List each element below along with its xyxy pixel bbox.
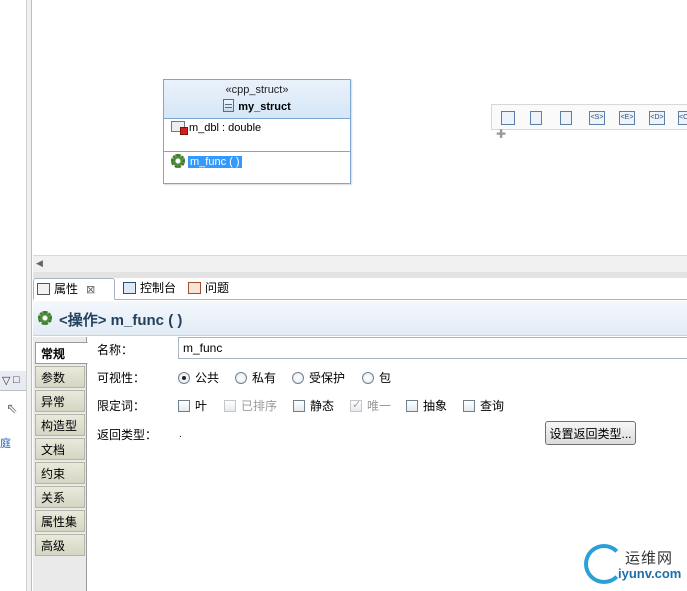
watermark-logo: 运维网 iyunv.com bbox=[584, 541, 684, 587]
watermark-name: 运维网 bbox=[625, 550, 674, 567]
qualifier-label: 限定词： bbox=[97, 399, 146, 413]
side-tab-property-sets[interactable]: 属性集 bbox=[35, 510, 85, 532]
uml-class-box[interactable]: «cpp_struct» my_struct m_dbl : double m_… bbox=[163, 79, 351, 184]
name-label: 名称： bbox=[97, 343, 134, 357]
checkbox-icon bbox=[463, 400, 475, 412]
palette-s-button[interactable]: <S> bbox=[589, 111, 605, 125]
checkbox-icon bbox=[406, 400, 418, 412]
pointer-tool-icon[interactable]: ⇖ bbox=[6, 400, 18, 417]
side-tab-parameters[interactable]: 参数 bbox=[35, 366, 85, 388]
qualifier-abstract-label: 抽象 bbox=[423, 399, 448, 413]
scroll-left-icon[interactable]: ◀ bbox=[36, 258, 43, 269]
operation-gear-icon bbox=[38, 311, 52, 325]
left-view-toolbar: ▽ □ bbox=[0, 371, 26, 391]
view-tab-bar: 属性 ⊠ 控制台 问题 bbox=[33, 278, 687, 300]
operation-label[interactable]: m_func ( ) bbox=[188, 156, 242, 168]
side-tab-stereotypes[interactable]: 构造型 bbox=[35, 414, 85, 436]
operation-row[interactable]: m_func ( ) bbox=[171, 154, 242, 168]
tab-properties-label: 属性 bbox=[54, 282, 79, 296]
qualifier-static-label: 静态 bbox=[310, 399, 335, 413]
qualifier-ordered-label: 已排序 bbox=[241, 399, 278, 413]
side-tab-documentation[interactable]: 文档 bbox=[35, 438, 85, 460]
watermark-url: iyunv.com bbox=[618, 566, 682, 581]
palette-c-button[interactable]: <C> bbox=[678, 111, 687, 125]
qualifier-static-checkbox[interactable]: 静态 bbox=[293, 397, 334, 414]
visibility-protected-radio[interactable]: 受保护 bbox=[292, 369, 345, 386]
radio-selected-icon bbox=[178, 372, 190, 384]
private-attribute-icon bbox=[171, 121, 188, 135]
class-icon[interactable] bbox=[530, 111, 542, 125]
side-tab-advanced[interactable]: 高级 bbox=[35, 534, 85, 556]
tab-console-label: 控制台 bbox=[140, 281, 177, 295]
visibility-public-radio[interactable]: 公共 bbox=[178, 369, 219, 386]
tab-problems[interactable]: 问题 bbox=[185, 278, 235, 300]
qualifier-leaf-checkbox[interactable]: 叶 bbox=[178, 397, 207, 414]
visibility-private-label: 私有 bbox=[252, 371, 277, 385]
checkbox-icon bbox=[224, 400, 236, 412]
qualifier-abstract-checkbox[interactable]: 抽象 bbox=[406, 397, 447, 414]
problems-icon bbox=[188, 282, 201, 294]
maximize-icon[interactable]: □ bbox=[13, 374, 20, 386]
checkbox-icon bbox=[178, 400, 190, 412]
struct-icon bbox=[223, 99, 235, 112]
operation-gear-icon bbox=[171, 154, 185, 168]
visibility-public-label: 公共 bbox=[195, 371, 220, 385]
properties-title: <操作> m_func ( ) bbox=[59, 312, 183, 329]
add-icon[interactable]: ✚ bbox=[496, 127, 506, 141]
side-tab-relationships[interactable]: 关系 bbox=[35, 486, 85, 508]
horizontal-scrollbar[interactable]: ◀ bbox=[33, 255, 687, 272]
radio-icon bbox=[292, 372, 304, 384]
class-name-row: my_struct bbox=[164, 99, 350, 113]
side-tab-exceptions[interactable]: 异常 bbox=[35, 390, 85, 412]
class-name: my_struct bbox=[238, 101, 291, 113]
qualifier-unique-checkbox[interactable]: 唯一 bbox=[350, 397, 391, 414]
qualifier-ordered-checkbox[interactable]: 已排序 bbox=[224, 397, 277, 414]
tab-properties[interactable]: 属性 ⊠ bbox=[33, 278, 115, 300]
tab-console[interactable]: 控制台 bbox=[120, 278, 185, 300]
class-header[interactable]: «cpp_struct» my_struct bbox=[164, 80, 350, 119]
visibility-label: 可视性： bbox=[97, 371, 146, 385]
palette-e-button[interactable]: <E> bbox=[619, 111, 635, 125]
qualifier-leaf-label: 叶 bbox=[195, 399, 208, 413]
visibility-package-radio[interactable]: 包 bbox=[362, 369, 391, 386]
return-type-value: . bbox=[179, 429, 182, 440]
properties-side-tabs: 常规 参数 异常 构造型 文档 约束 关系 属性集 高级 bbox=[33, 337, 88, 591]
visibility-protected-label: 受保护 bbox=[309, 371, 346, 385]
class-stereotype: «cpp_struct» bbox=[225, 84, 289, 96]
side-tab-constraints[interactable]: 约束 bbox=[35, 462, 85, 484]
left-link[interactable]: 庭 bbox=[0, 435, 11, 451]
compartment-divider bbox=[164, 151, 350, 152]
checkbox-checked-icon bbox=[350, 398, 362, 412]
struct-icon[interactable] bbox=[560, 111, 572, 125]
console-icon bbox=[123, 282, 136, 294]
tab-problems-label: 问题 bbox=[205, 281, 230, 295]
qualifier-unique-label: 唯一 bbox=[367, 399, 392, 413]
properties-header: <操作> m_func ( ) bbox=[33, 301, 687, 336]
side-tab-general[interactable]: 常规 bbox=[35, 342, 88, 364]
properties-icon bbox=[37, 283, 50, 295]
folder-icon[interactable] bbox=[501, 111, 515, 125]
view-menu-icon[interactable]: ▽ bbox=[2, 374, 10, 387]
element-palette: <S> <E> <D> <C> bbox=[491, 104, 687, 130]
visibility-private-radio[interactable]: 私有 bbox=[235, 369, 276, 386]
visibility-package-label: 包 bbox=[379, 371, 392, 385]
qualifier-query-label: 查询 bbox=[480, 399, 505, 413]
palette-d-button[interactable]: <D> bbox=[649, 111, 665, 125]
radio-icon bbox=[235, 372, 247, 384]
attribute-label: m_dbl : double bbox=[189, 122, 262, 134]
attribute-row[interactable]: m_dbl : double bbox=[171, 121, 262, 135]
vertical-splitter[interactable] bbox=[26, 0, 32, 591]
close-icon[interactable]: ⊠ bbox=[86, 284, 95, 296]
radio-icon bbox=[362, 372, 374, 384]
qualifier-query-checkbox[interactable]: 查询 bbox=[463, 397, 504, 414]
return-type-label: 返回类型： bbox=[97, 428, 158, 442]
name-field[interactable] bbox=[178, 337, 687, 359]
set-return-type-button[interactable]: 设置返回类型... bbox=[545, 421, 636, 445]
checkbox-icon bbox=[293, 400, 305, 412]
